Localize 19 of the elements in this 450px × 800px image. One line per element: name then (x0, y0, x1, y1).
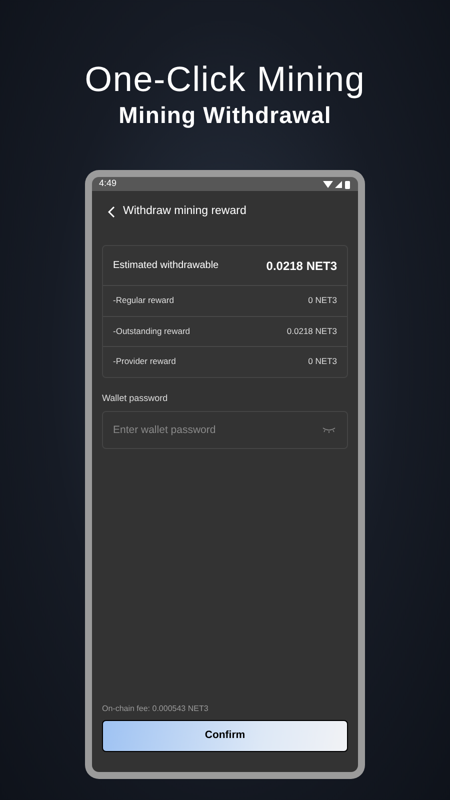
headline-title: One-Click Mining (84, 59, 366, 101)
reward-value: 0 NET3 (308, 355, 337, 368)
confirm-button[interactable]: Confirm (102, 720, 348, 752)
reward-label: Estimated withdrawable (113, 259, 219, 273)
reward-value: 0.0218 NET3 (266, 258, 337, 274)
reward-value: 0.0218 NET3 (286, 324, 337, 338)
reward-label: -Regular reward (113, 294, 174, 308)
password-field[interactable]: Enter wallet password (102, 411, 348, 449)
reward-value: 0 NET3 (308, 294, 337, 308)
headline-subtitle: Mining Withdrawal (118, 101, 332, 129)
reward-label: -Provider reward (113, 355, 176, 368)
eye-closed-icon[interactable] (322, 427, 336, 433)
status-time: 4:49 (99, 177, 117, 190)
fee-text: On-chain fee: 0.000543 NET3 (102, 703, 210, 715)
status-icons-drawing (323, 180, 351, 188)
page-title: Withdraw mining reward (123, 204, 246, 220)
password-label: Wallet password (102, 392, 169, 405)
reward-label: -Outstanding reward (113, 324, 190, 338)
back-icon[interactable] (108, 206, 115, 218)
